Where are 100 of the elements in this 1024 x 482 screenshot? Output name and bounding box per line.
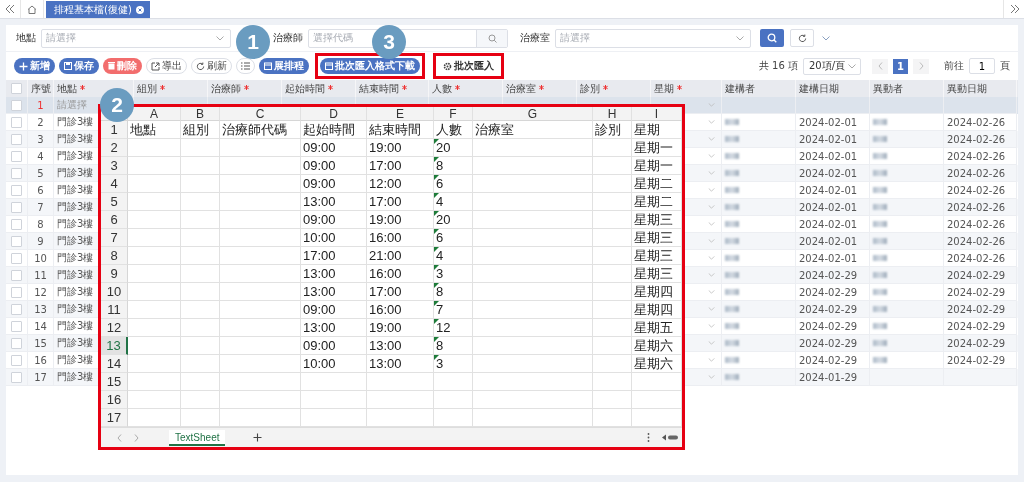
column-letter: A (150, 107, 158, 120)
spreadsheet-cell: 17:00 (303, 248, 336, 263)
page-unit-label: 頁 (1000, 59, 1010, 73)
spreadsheet-cell: 13:00 (369, 338, 402, 353)
table-cell: 2024-02-01 (799, 218, 858, 230)
spreadsheet-cell: 09:00 (303, 140, 336, 155)
spreadsheet-cell: 12 (436, 320, 451, 335)
total-count: 共 16 項 (758, 59, 798, 73)
spreadsheet-cell: 星期三 (634, 265, 673, 282)
table-cell: 2024-02-29 (947, 269, 1006, 281)
spreadsheet-cell: 星期五 (634, 319, 673, 336)
spreadsheet-cell: 6 (436, 230, 444, 245)
row-number: 9 (37, 235, 44, 247)
spreadsheet-cell: 星期四 (634, 301, 673, 318)
spreadsheet-cell: 8 (436, 284, 444, 299)
table-cell: 2024-02-29 (947, 303, 1006, 315)
row-number: 13 (34, 303, 47, 315)
spreadsheet-cell: 20 (436, 140, 451, 155)
row-header: 9 (110, 266, 118, 281)
row-number: 8 (37, 218, 44, 230)
table-cell: 2024-02-01 (799, 252, 858, 264)
table-cell: 門診3樓 (57, 132, 94, 146)
spreadsheet-cell: 星期六 (634, 355, 673, 372)
spreadsheet-cell: 星期三 (634, 247, 673, 264)
table-cell: 門診3樓 (57, 268, 94, 282)
row-header: 15 (106, 374, 122, 389)
spreadsheet-cell: 16:00 (369, 266, 402, 281)
spreadsheet-cell: 星期 (634, 121, 660, 138)
row-number: 1 (37, 99, 44, 111)
column-letter: H (607, 107, 617, 120)
spreadsheet-cell: 20 (436, 212, 451, 227)
table-cell: 2024-02-26 (947, 167, 1006, 179)
column-letter: C (255, 107, 265, 120)
spreadsheet-cell: 21:00 (369, 248, 402, 263)
table-cell: 門診3樓 (57, 183, 94, 197)
row-number: 5 (37, 167, 44, 179)
column-header: 地點 (57, 81, 77, 96)
table-cell: 門診3樓 (57, 251, 94, 265)
spreadsheet-cell: 7 (436, 302, 444, 317)
column-header: 建構日期 (799, 81, 839, 96)
row-header: 1 (110, 122, 118, 137)
table-cell: 2024-02-01 (799, 184, 858, 196)
table-cell: 2024-02-29 (947, 286, 1006, 298)
spreadsheet-cell: 治療室 (475, 121, 514, 138)
table-cell: 2024-02-29 (947, 354, 1006, 366)
table-cell: 2024-02-01 (799, 150, 858, 162)
table-cell: 門診3樓 (57, 115, 94, 129)
table-cell: 2024-02-29 (799, 320, 858, 332)
row-header: 4 (110, 176, 118, 191)
table-cell: 2024-02-29 (799, 337, 858, 349)
column-header: 建構者 (725, 81, 755, 96)
table-cell: 門診3樓 (57, 285, 94, 299)
table-cell: 2024-02-29 (799, 303, 858, 315)
table-cell: 門診3樓 (57, 200, 94, 214)
column-header: 起始時間 (285, 81, 325, 96)
spreadsheet-cell: 16:00 (369, 230, 402, 245)
row-header: 8 (110, 248, 118, 263)
spreadsheet-cell: 星期二 (634, 193, 673, 210)
column-letter: F (449, 107, 457, 120)
spreadsheet-cell: 13:00 (303, 194, 336, 209)
row-header: 10 (106, 284, 122, 299)
spreadsheet-cell: 4 (436, 248, 444, 263)
spreadsheet-cell: 8 (436, 158, 444, 173)
column-header: 治療室 (506, 81, 536, 96)
row-header: 14 (106, 356, 122, 371)
column-letter: B (196, 107, 204, 120)
row-header: 17 (106, 410, 122, 425)
table-cell: 2024-02-29 (799, 286, 858, 298)
spreadsheet-cell: 結束時間 (369, 121, 421, 138)
row-number: 2 (37, 116, 44, 128)
spreadsheet-cell: 星期二 (634, 175, 673, 192)
spreadsheet-cell: 治療師代碼 (222, 121, 287, 138)
table-cell: 2024-02-01 (799, 133, 858, 145)
row-number: 15 (34, 337, 47, 349)
spreadsheet-cell: 09:00 (303, 302, 336, 317)
spreadsheet-cell: 6 (436, 176, 444, 191)
table-cell: 2024-02-01 (799, 235, 858, 247)
spreadsheet-cell: 13:00 (303, 266, 336, 281)
row-header: 6 (110, 212, 118, 227)
spreadsheet-cell: 星期四 (634, 283, 673, 300)
row-number: 7 (37, 201, 44, 213)
table-cell: 2024-02-01 (799, 116, 858, 128)
table-cell: 門診3樓 (57, 166, 94, 180)
table-cell: 2024-02-29 (947, 320, 1006, 332)
row-number: 11 (34, 269, 47, 281)
column-header: 結束時間 (359, 81, 399, 96)
spreadsheet-cell: 10:00 (303, 230, 336, 245)
table-cell: 2024-02-26 (947, 116, 1006, 128)
spreadsheet-cell: 13:00 (303, 284, 336, 299)
column-header: 序號 (31, 81, 51, 96)
row-header: 16 (106, 392, 122, 407)
row-number: 10 (34, 252, 47, 264)
spreadsheet-cell: 09:00 (303, 158, 336, 173)
table-cell: 2024-02-29 (799, 269, 858, 281)
spreadsheet-cell: 3 (436, 356, 444, 371)
spreadsheet-cell: 12:00 (369, 176, 402, 191)
table-cell: 2024-01-29 (799, 371, 858, 383)
row-header: 12 (106, 320, 122, 335)
spreadsheet-cell: 19:00 (369, 140, 402, 155)
row-header: 11 (107, 302, 121, 317)
